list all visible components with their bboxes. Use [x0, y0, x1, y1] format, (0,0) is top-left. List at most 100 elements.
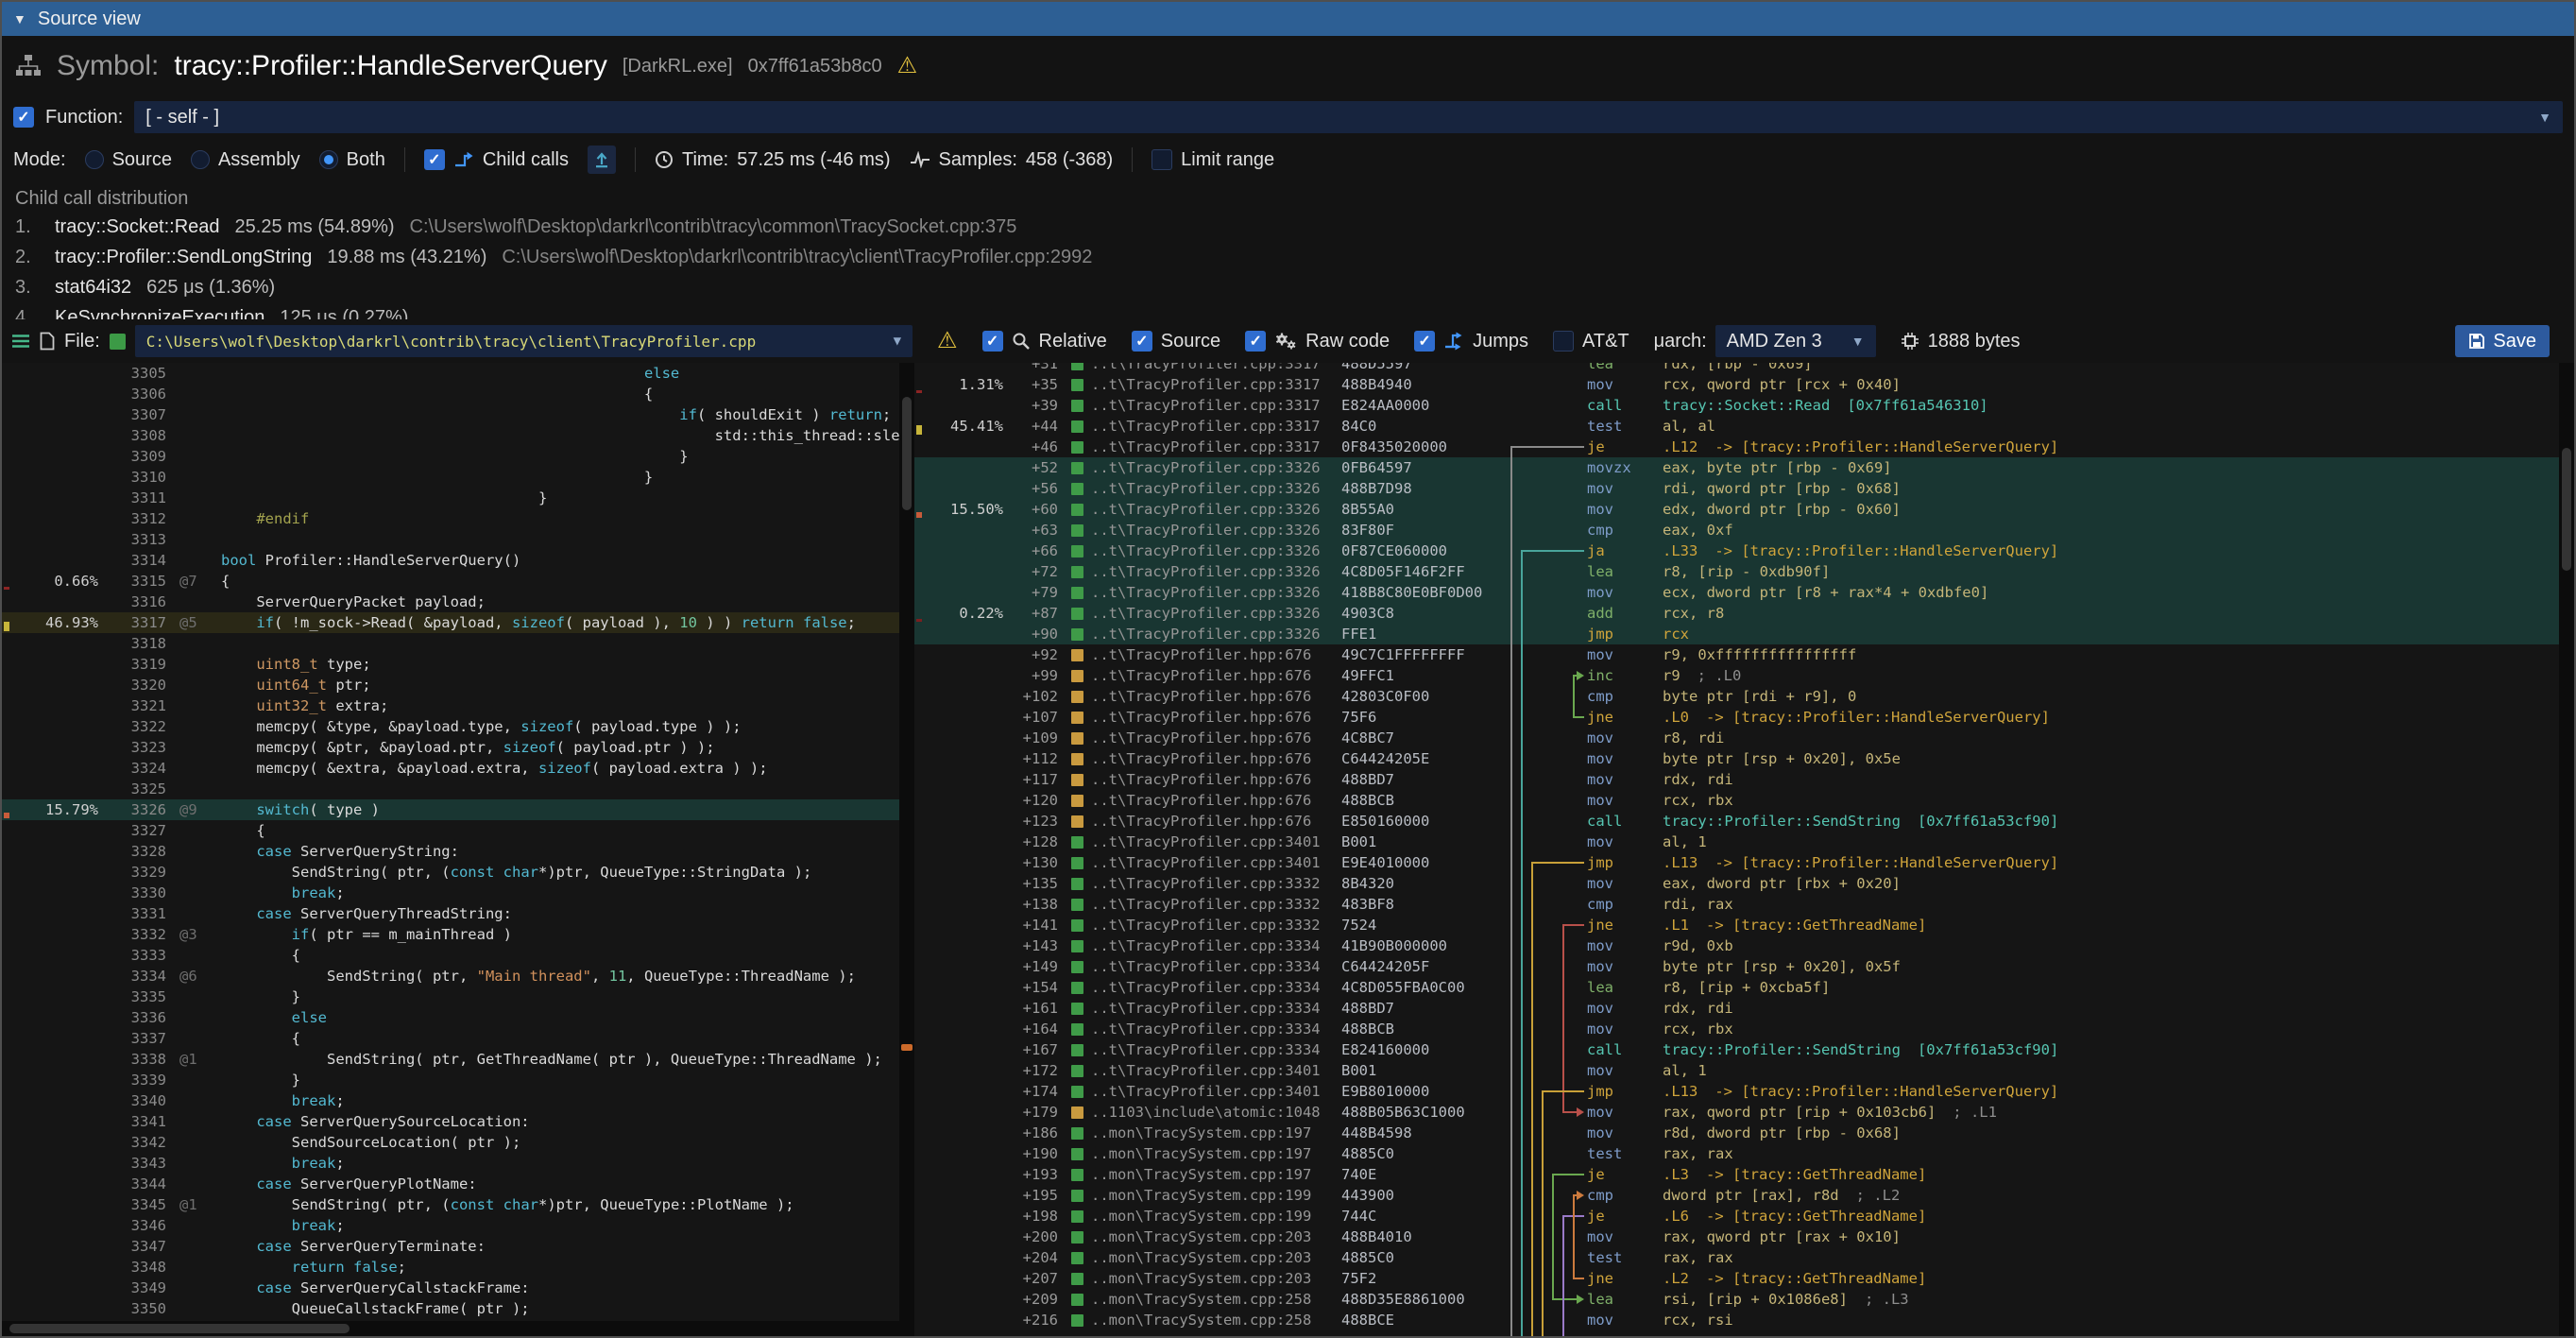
source-line[interactable]: 3349 case ServerQueryCallstackFrame: [2, 1278, 899, 1298]
child-call-row[interactable]: 2. tracy::Profiler::SendLongString 19.88… [15, 242, 2561, 272]
asm-source-location[interactable]: ..t\TracyProfiler.cpp:3317 [1058, 374, 1341, 395]
asm-source-location[interactable]: ..t\TracyProfiler.hpp:676 [1058, 728, 1341, 748]
asm-source-location[interactable]: ..t\TracyProfiler.cpp:3317 [1058, 416, 1341, 437]
line-number[interactable]: 3321 [98, 695, 166, 716]
asm-row[interactable]: +172..t\TracyProfiler.cpp:3401B001moval,… [914, 1060, 2559, 1081]
line-number[interactable]: 3310 [98, 467, 166, 488]
asm-row[interactable]: +117..t\TracyProfiler.hpp:676488BD7movrd… [914, 769, 2559, 790]
line-number[interactable]: 3332 [98, 924, 166, 945]
asm-row[interactable]: +52..t\TracyProfiler.cpp:33260FB64597mov… [914, 457, 2559, 478]
asm-row[interactable]: +109..t\TracyProfiler.hpp:6764C8BC7movr8… [914, 728, 2559, 748]
asm-source-location[interactable]: ..t\TracyProfiler.hpp:676 [1058, 748, 1341, 769]
source-line[interactable]: 3312 #endif [2, 508, 899, 529]
line-number[interactable]: 3315 [98, 571, 166, 592]
asm-row[interactable]: +216..mon\TracySystem.cpp:258488BCEmovrc… [914, 1310, 2559, 1330]
asm-row[interactable]: +154..t\TracyProfiler.cpp:33344C8D055FBA… [914, 977, 2559, 998]
asm-source-location[interactable]: ..t\TracyProfiler.hpp:676 [1058, 811, 1341, 832]
asm-vscrollbar[interactable] [2559, 363, 2574, 1336]
source-line[interactable]: 3318 [2, 633, 899, 654]
asm-source-location[interactable]: ..t\TracyProfiler.cpp:3326 [1058, 478, 1341, 499]
source-line[interactable]: 3346 break; [2, 1215, 899, 1236]
jumps-checkbox[interactable]: ✓ Jumps [1414, 331, 1528, 352]
line-number[interactable]: 3344 [98, 1174, 166, 1194]
asm-row[interactable]: +174..t\TracyProfiler.cpp:3401E9B8010000… [914, 1081, 2559, 1102]
asm-row[interactable]: +123..t\TracyProfiler.hpp:676E850160000c… [914, 811, 2559, 832]
source-line[interactable]: 3320 uint64_t ptr; [2, 675, 899, 695]
source-line[interactable]: 3340 break; [2, 1090, 899, 1111]
asm-source-location[interactable]: ..mon\TracySystem.cpp:203 [1058, 1247, 1341, 1268]
asm-row[interactable]: +207..mon\TracySystem.cpp:20375F2jne.L2-… [914, 1268, 2559, 1289]
source-line[interactable]: 3329 SendString( ptr, (const char*)ptr, … [2, 862, 899, 883]
line-number[interactable]: 3318 [98, 633, 166, 654]
asm-row[interactable]: +39..t\TracyProfiler.cpp:3317E824AA0000c… [914, 395, 2559, 416]
line-number[interactable]: 3322 [98, 716, 166, 737]
source-line[interactable]: 0.66%3315@7{ [2, 571, 899, 592]
line-number[interactable]: 3338 [98, 1049, 166, 1070]
source-line[interactable]: 3347 case ServerQueryTerminate: [2, 1236, 899, 1257]
source-line[interactable]: 3322 memcpy( &type, &payload.type, sizeo… [2, 716, 899, 737]
file-select[interactable]: C:\Users\wolf\Desktop\darkrl\contrib\tra… [135, 325, 913, 357]
asm-source-location[interactable]: ..mon\TracySystem.cpp:197 [1058, 1123, 1341, 1143]
source-vscrollbar[interactable] [899, 363, 914, 1336]
line-number[interactable]: 3325 [98, 779, 166, 799]
vscrollbar-thumb[interactable] [902, 397, 912, 510]
line-number[interactable]: 3317 [98, 612, 166, 633]
asm-source-location[interactable]: ..t\TracyProfiler.cpp:3332 [1058, 915, 1341, 935]
line-number[interactable]: 3334 [98, 966, 166, 986]
asm-source-location[interactable]: ..t\TracyProfiler.cpp:3317 [1058, 437, 1341, 457]
source-line[interactable]: 3337 { [2, 1028, 899, 1049]
asm-row[interactable]: +200..mon\TracySystem.cpp:203488B4010mov… [914, 1226, 2559, 1247]
line-number[interactable]: 3342 [98, 1132, 166, 1153]
line-number[interactable]: 3309 [98, 446, 166, 467]
asm-source-location[interactable]: ..t\TracyProfiler.cpp:3334 [1058, 956, 1341, 977]
asm-source-location[interactable]: ..t\TracyProfiler.cpp:3326 [1058, 540, 1341, 561]
source-line[interactable]: 3311 } [2, 488, 899, 508]
asm-row[interactable]: +128..t\TracyProfiler.cpp:3401B001moval,… [914, 832, 2559, 852]
asm-row[interactable]: +102..t\TracyProfiler.hpp:67642803C0F00c… [914, 686, 2559, 707]
asm-source-location[interactable]: ..mon\TracySystem.cpp:258 [1058, 1289, 1341, 1310]
asm-row[interactable]: +141..t\TracyProfiler.cpp:33327524jne.L1… [914, 915, 2559, 935]
line-number[interactable]: 3345 [98, 1194, 166, 1215]
asm-row[interactable]: 0.22%+87..t\TracyProfiler.cpp:33264903C8… [914, 603, 2559, 624]
asm-row[interactable]: +120..t\TracyProfiler.hpp:676488BCBmovrc… [914, 790, 2559, 811]
asm-source-location[interactable]: ..t\TracyProfiler.hpp:676 [1058, 790, 1341, 811]
save-button[interactable]: Save [2455, 325, 2550, 357]
asm-source-location[interactable]: ..t\TracyProfiler.hpp:676 [1058, 769, 1341, 790]
asm-source-location[interactable]: ..t\TracyProfiler.cpp:3401 [1058, 1081, 1341, 1102]
asm-row[interactable]: +149..t\TracyProfiler.cpp:3334C64424205F… [914, 956, 2559, 977]
source-line[interactable]: 3316 ServerQueryPacket payload; [2, 592, 899, 612]
limit-range-checkbox[interactable]: ✓ Limit range [1152, 149, 1274, 171]
line-number[interactable]: 3305 [98, 363, 166, 384]
asm-source-location[interactable]: ..t\TracyProfiler.hpp:676 [1058, 707, 1341, 728]
asm-row[interactable]: +92..t\TracyProfiler.hpp:67649C7C1FFFFFF… [914, 644, 2559, 665]
source-line[interactable]: 15.79%3326@9 switch( type ) [2, 799, 899, 820]
asm-row[interactable]: +135..t\TracyProfiler.cpp:33328B4320move… [914, 873, 2559, 894]
source-line[interactable]: 3330 break; [2, 883, 899, 903]
asm-row[interactable]: +72..t\TracyProfiler.cpp:33264C8D05F146F… [914, 561, 2559, 582]
line-number[interactable]: 3341 [98, 1111, 166, 1132]
raw-code-checkbox[interactable]: ✓ Raw code [1245, 331, 1390, 352]
asm-source-location[interactable]: ..t\TracyProfiler.cpp:3334 [1058, 1039, 1341, 1060]
line-number[interactable]: 3316 [98, 592, 166, 612]
titlebar[interactable]: ▼ Source view [2, 2, 2574, 36]
source-line[interactable]: 3350 QueueCallstackFrame( ptr ); [2, 1298, 899, 1319]
source-line[interactable]: 3344 case ServerQueryPlotName: [2, 1174, 899, 1194]
source-line[interactable]: 3338@1 SendString( ptr, GetThreadName( p… [2, 1049, 899, 1070]
asm-source-location[interactable]: ..mon\TracySystem.cpp:203 [1058, 1268, 1341, 1289]
asm-row[interactable]: +112..t\TracyProfiler.hpp:676C64424205Em… [914, 748, 2559, 769]
source-line[interactable]: 3345@1 SendString( ptr, (const char*)ptr… [2, 1194, 899, 1215]
asm-source-location[interactable]: ..t\TracyProfiler.hpp:676 [1058, 665, 1341, 686]
asm-source-location[interactable]: ..t\TracyProfiler.cpp:3334 [1058, 935, 1341, 956]
asm-row[interactable]: +56..t\TracyProfiler.cpp:3326488B7D98mov… [914, 478, 2559, 499]
asm-row[interactable]: +186..mon\TracySystem.cpp:197448B4598mov… [914, 1123, 2559, 1143]
line-number[interactable]: 3329 [98, 862, 166, 883]
line-number[interactable]: 3314 [98, 550, 166, 571]
asm-source-location[interactable]: ..t\TracyProfiler.hpp:676 [1058, 644, 1341, 665]
source-line[interactable]: 3328 case ServerQueryString: [2, 841, 899, 862]
vscrollbar-thumb[interactable] [2562, 448, 2571, 571]
asm-source-location[interactable]: ..t\TracyProfiler.cpp:3317 [1058, 363, 1341, 374]
line-number[interactable]: 3319 [98, 654, 166, 675]
line-number[interactable]: 3347 [98, 1236, 166, 1257]
line-number[interactable]: 3350 [98, 1298, 166, 1319]
source-line[interactable]: 3308 std::this_thread::sleep_for( std::c… [2, 425, 899, 446]
